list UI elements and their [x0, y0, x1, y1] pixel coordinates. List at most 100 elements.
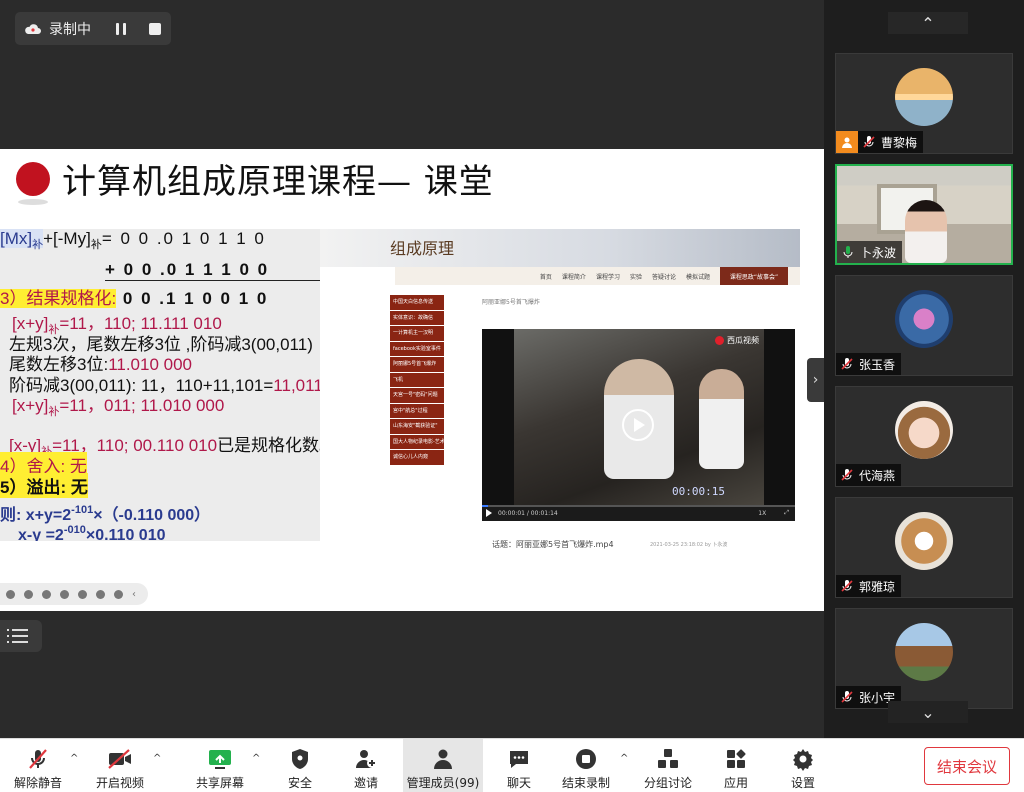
chevron-right-icon: › — [812, 372, 819, 388]
scroll-up-button[interactable]: ⌃ — [888, 12, 968, 34]
play-icon — [622, 409, 654, 441]
math-line: 5）溢出: 无 — [0, 473, 88, 498]
pen-icon[interactable] — [42, 589, 51, 599]
security-button[interactable]: 安全 — [278, 739, 322, 792]
shared-screen-area: 录制中 计算机组成原理课程— 课堂 [Mx]补+[-My]补= 0 0 .0 1… — [0, 0, 824, 738]
side-menu-item: 阿丽娜5号首飞爆炸 — [390, 357, 444, 372]
avatar — [895, 290, 953, 348]
avatar — [895, 623, 953, 681]
video-source-badge: 西瓜视频 — [715, 335, 759, 346]
fullscreen-icon: ⤢ — [784, 509, 789, 516]
embedded-web-screenshot: 组成原理 首页 课程简介 课程学习 实验 答疑讨论 模拟试题 课程思政“故事会”… — [320, 229, 800, 549]
annotation-tool-icon[interactable] — [78, 589, 87, 599]
xigua-logo-icon — [715, 336, 724, 345]
side-menu-item: 诚信心儿人内窥 — [390, 450, 444, 465]
avatar — [895, 68, 953, 126]
annotation-toolbar: ‹ — [0, 583, 148, 605]
page-crumb: 阿丽亚娜5号首飞爆炸 — [482, 299, 540, 306]
math-line: 3）结果规格化: 0 0 .1 1 0 0 1 0 — [0, 289, 269, 308]
chevron-up-icon: ⌃ — [921, 13, 935, 33]
annotation-tool-icon[interactable] — [6, 589, 15, 599]
mic-muted-icon — [24, 745, 52, 773]
video-controls: 00:00:01 / 00:01:14 1X ⤢ — [482, 505, 795, 521]
participant-name: 代海燕 — [859, 468, 896, 483]
record-options-caret-icon[interactable]: ^ — [620, 753, 628, 764]
participant-tile[interactable]: 曹黎梅 — [835, 53, 1013, 154]
recording-indicator: 录制中 — [15, 12, 171, 45]
participant-name-tag: 卜永波 — [837, 241, 903, 263]
meeting-window: 录制中 计算机组成原理课程— 课堂 [Mx]补+[-My]补= 0 0 .0 1… — [0, 0, 1024, 792]
stop-recording-toolbar-button[interactable]: 结束录制 — [556, 739, 616, 792]
outline-list-button[interactable] — [0, 620, 42, 652]
side-menu-item: facebook实验室事件 — [390, 341, 444, 356]
course-navbar: 首页 课程简介 课程学习 实验 答疑讨论 模拟试题 课程思政“故事会” — [395, 267, 800, 285]
participant-tile[interactable]: 张小宇 — [835, 608, 1013, 709]
scroll-down-button[interactable]: ⌄ — [888, 701, 968, 723]
manage-members-button[interactable]: 管理成员(99) — [403, 739, 483, 792]
start-video-button[interactable]: 开启视频 — [92, 739, 148, 792]
video-progress — [482, 505, 489, 507]
invite-button[interactable]: 邀请 — [344, 739, 388, 792]
mic-muted-icon — [841, 691, 853, 703]
avatar — [895, 512, 953, 570]
participant-name: 郭雅琼 — [859, 579, 896, 594]
mic-muted-icon — [841, 358, 853, 370]
participant-name-tag: 张玉香 — [836, 353, 902, 375]
video-options-caret-icon[interactable]: ^ — [153, 753, 161, 764]
apps-button[interactable]: 应用 — [714, 739, 758, 792]
banner-title: 组成原理 — [390, 239, 455, 258]
course-side-menu: 中国天白信息传送 实体意识：故确信 一计算机主一汉明 facebook实验室事件… — [390, 295, 444, 466]
participant-tile[interactable]: 代海燕 — [835, 386, 1013, 487]
participant-tile-active-speaker[interactable]: 卜永波 — [835, 164, 1013, 265]
shield-icon — [286, 745, 314, 773]
nav-item: 首页 — [539, 273, 552, 281]
avatar — [895, 401, 953, 459]
unmute-button[interactable]: 解除静音 — [10, 739, 66, 792]
meeting-toolbar: 解除静音 ^ 开启视频 ^ 共享屏幕 ^ 安全 邀请 管理成员(99) 聊天 结… — [0, 738, 1024, 792]
side-menu-item: 宫中"航总"过程 — [390, 403, 444, 418]
chevron-left-icon[interactable]: ‹ — [132, 589, 136, 600]
audio-options-caret-icon[interactable]: ^ — [70, 753, 78, 764]
nav-item: 模拟试题 — [685, 273, 710, 281]
settings-button[interactable]: 设置 — [781, 739, 825, 792]
breakout-rooms-button[interactable]: 分组讨论 — [640, 739, 696, 792]
share-options-caret-icon[interactable]: ^ — [252, 753, 260, 764]
share-screen-button[interactable]: 共享屏幕 — [190, 739, 250, 792]
end-meeting-button[interactable]: 结束会议 — [924, 747, 1010, 785]
breakout-icon — [654, 745, 682, 773]
participant-gallery: ⌃ 曹黎梅 卜永波 张玉香 代海燕 郭雅琼 张小宇 ⌄ — [824, 0, 1024, 738]
annotation-tool-icon[interactable] — [96, 589, 105, 599]
annotation-tool-icon[interactable] — [24, 589, 33, 599]
mic-muted-icon — [841, 580, 853, 592]
side-menu-item: 一计算机主一汉明 — [390, 326, 444, 341]
annotation-tool-icon[interactable] — [60, 589, 69, 599]
participant-name: 卜永波 — [860, 245, 897, 260]
side-menu-item: 飞机 — [390, 372, 444, 387]
presentation-slide: 计算机组成原理课程— 课堂 [Mx]补+[-My]补= 0 0 .0 1 0 1… — [0, 149, 824, 611]
participant-name-tag: 郭雅琼 — [836, 575, 902, 597]
participant-name: 曹黎梅 — [881, 135, 918, 150]
apps-icon — [722, 745, 750, 773]
course-banner: 组成原理 — [320, 229, 800, 267]
chat-icon — [505, 745, 533, 773]
stop-recording-button[interactable] — [141, 12, 169, 45]
pause-icon — [116, 22, 119, 35]
chat-button[interactable]: 聊天 — [497, 739, 541, 792]
expand-panel-button[interactable]: › — [807, 358, 824, 402]
side-menu-item: 实体意识：故确信 — [390, 310, 444, 325]
participant-tile[interactable]: 郭雅琼 — [835, 497, 1013, 598]
record-stop-icon — [572, 745, 600, 773]
annotation-tool-icon[interactable] — [114, 589, 123, 599]
participant-name-tag: 曹黎梅 — [836, 131, 924, 153]
pause-recording-button[interactable] — [107, 12, 135, 45]
side-menu-item: 山东海安"截获验证" — [390, 419, 444, 434]
math-line: x-y =2-010×0.110 010 — [18, 524, 166, 541]
nav-item: 课程学习 — [595, 273, 620, 281]
cloud-icon — [21, 12, 45, 45]
camera-off-icon — [106, 745, 134, 773]
participant-tile[interactable]: 张玉香 — [835, 275, 1013, 376]
host-icon — [836, 131, 858, 153]
participant-name: 张玉香 — [859, 357, 896, 372]
gear-icon — [789, 745, 817, 773]
nav-item-active: 课程思政“故事会” — [720, 267, 788, 285]
